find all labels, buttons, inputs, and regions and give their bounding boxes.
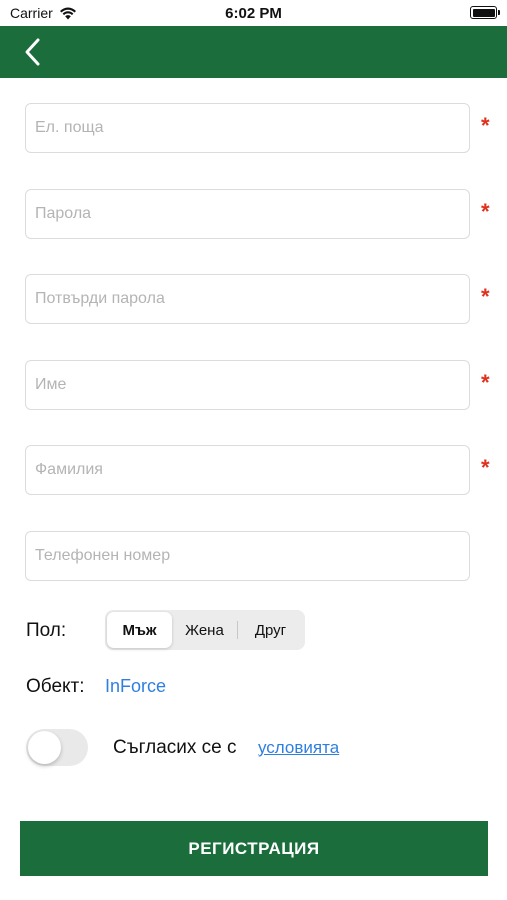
object-label: Обект:	[26, 676, 85, 697]
email-field[interactable]	[25, 103, 470, 153]
terms-toggle[interactable]	[26, 729, 88, 766]
confirm-password-field[interactable]	[25, 274, 470, 324]
terms-text: Съгласих се с	[113, 737, 237, 758]
gender-option-male[interactable]: Мъж	[107, 612, 172, 648]
phone-field[interactable]	[25, 531, 470, 581]
gender-segmented-control: Мъж Жена Друг	[105, 610, 305, 650]
last-name-field-row	[25, 445, 470, 495]
nav-bar	[0, 26, 507, 78]
first-name-required-mark: *	[481, 370, 490, 395]
password-field[interactable]	[25, 189, 470, 239]
gender-option-female[interactable]: Жена	[172, 612, 237, 648]
confirm-password-required-mark: *	[481, 284, 490, 309]
password-required-mark: *	[481, 199, 490, 224]
last-name-required-mark: *	[481, 455, 490, 480]
battery-icon	[470, 6, 500, 19]
last-name-field[interactable]	[25, 445, 470, 495]
first-name-field[interactable]	[25, 360, 470, 410]
back-button[interactable]	[18, 34, 54, 70]
confirm-password-field-row	[25, 274, 470, 324]
email-required-mark: *	[481, 113, 490, 138]
object-value-link[interactable]: InForce	[105, 676, 166, 697]
register-button[interactable]: РЕГИСТРАЦИЯ	[20, 821, 488, 876]
email-field-row	[25, 103, 470, 153]
first-name-field-row	[25, 360, 470, 410]
gender-option-other[interactable]: Друг	[238, 612, 303, 648]
status-bar: Carrier 6:02 PM	[0, 0, 507, 26]
phone-field-row	[25, 531, 470, 581]
status-time: 6:02 PM	[225, 5, 282, 22]
gender-label: Пол:	[26, 620, 67, 641]
password-field-row	[25, 189, 470, 239]
terms-link[interactable]: условията	[258, 738, 339, 758]
chevron-left-icon	[25, 38, 40, 66]
toggle-knob	[28, 731, 61, 764]
